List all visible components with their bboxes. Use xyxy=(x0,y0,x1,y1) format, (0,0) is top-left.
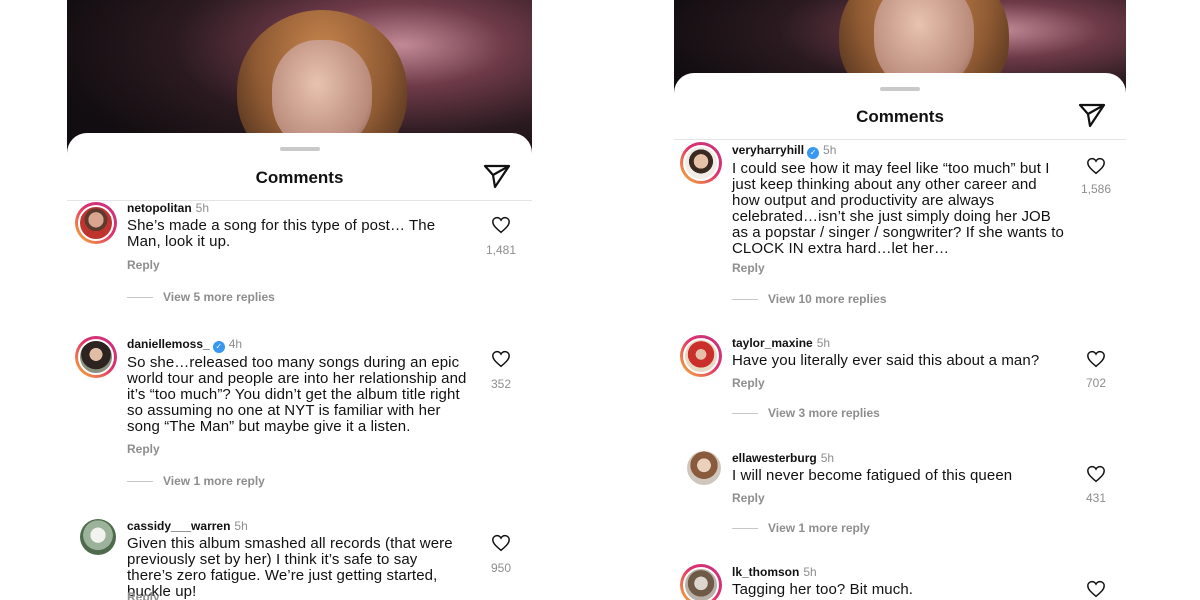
avatar[interactable] xyxy=(75,202,117,244)
verified-badge-icon: ✓ xyxy=(212,341,225,353)
heart-icon[interactable] xyxy=(491,534,511,552)
reply-button[interactable]: Reply xyxy=(732,376,765,390)
heart-icon[interactable] xyxy=(491,350,511,368)
comment-meta: taylor_maxine 5h xyxy=(732,336,830,350)
timestamp: 5h xyxy=(823,143,837,157)
comment-text: I could see how it may feel like “too mu… xyxy=(732,160,1064,257)
comments-sheet: Comments veryharryhill ✓ 5h I could see ho… xyxy=(674,73,1126,600)
timestamp: 4h xyxy=(228,337,243,351)
avatar[interactable] xyxy=(75,336,117,378)
comment-text: Given this album smashed all records (th… xyxy=(127,535,453,600)
verified-badge-icon: ✓ xyxy=(807,147,820,159)
view-more-replies[interactable]: View 1 more reply xyxy=(732,521,870,535)
comment-meta: cassidy___warren 5h xyxy=(127,519,248,533)
timestamp: 5h xyxy=(820,451,835,465)
comment-meta: lk_thomson 5h xyxy=(732,565,817,579)
sheet-title: Comments xyxy=(856,107,944,126)
like-count: 702 xyxy=(1085,376,1107,390)
comment-text: Have you literally ever said this about … xyxy=(732,352,1040,369)
comment-meta: netopolitan 5h xyxy=(127,201,209,215)
left-screenshot-panel: Comments netopolitan 5h She’s made a song… xyxy=(67,0,532,600)
replies-line xyxy=(732,413,758,415)
username[interactable]: daniellemoss_ xyxy=(127,337,210,351)
view-more-replies[interactable]: View 10 more replies xyxy=(732,292,887,306)
sheet-grabber[interactable] xyxy=(279,147,320,151)
username[interactable]: lk_thomson xyxy=(732,565,799,579)
view-more-replies[interactable]: View 5 more replies xyxy=(127,290,275,304)
like-count: 431 xyxy=(1085,491,1107,505)
comment-text: Tagging her too? Bit much. xyxy=(732,581,914,598)
timestamp: 5h xyxy=(195,201,210,215)
send-icon[interactable] xyxy=(1078,102,1106,128)
username[interactable]: taylor_maxine xyxy=(732,336,813,350)
heart-icon[interactable] xyxy=(1086,465,1106,483)
avatar[interactable] xyxy=(680,335,722,377)
replies-line xyxy=(127,481,153,483)
heart-icon[interactable] xyxy=(1086,580,1106,598)
reply-button[interactable]: Reply xyxy=(127,590,160,600)
sheet-divider xyxy=(674,139,1126,140)
avatar[interactable] xyxy=(80,519,116,555)
avatar[interactable] xyxy=(680,564,722,600)
comment-meta: daniellemoss_ ✓ 4h xyxy=(127,337,242,353)
like-count: 950 xyxy=(490,561,512,575)
reply-button[interactable]: Reply xyxy=(732,491,765,505)
heart-icon[interactable] xyxy=(491,482,511,500)
timestamp: 5h xyxy=(234,519,248,533)
username[interactable]: cassidy___warren xyxy=(127,519,230,533)
username[interactable]: ellawesterburg xyxy=(732,451,817,465)
avatar[interactable] xyxy=(680,142,722,184)
timestamp: 5h xyxy=(803,565,817,579)
like-count: 352 xyxy=(490,377,512,391)
sheet-title: Comments xyxy=(255,168,344,187)
comments-sheet: Comments netopolitan 5h She’s made a song… xyxy=(67,133,532,600)
reply-button[interactable]: Reply xyxy=(127,258,160,272)
username[interactable]: veryharryhill xyxy=(732,143,804,157)
comment-text: So she…released too many songs during an… xyxy=(127,354,467,435)
timestamp: 5h xyxy=(816,336,831,350)
comment-meta: veryharryhill ✓ 5h xyxy=(732,143,836,159)
replies-line xyxy=(732,299,758,301)
username[interactable]: netopolitan xyxy=(127,201,192,215)
like-count: 1,586 xyxy=(1080,182,1112,196)
heart-icon[interactable] xyxy=(1086,350,1106,368)
avatar[interactable] xyxy=(687,451,721,485)
view-more-replies[interactable]: View 1 more reply xyxy=(127,474,265,488)
replies-line xyxy=(127,297,153,299)
comment-text: She’s made a song for this type of post…… xyxy=(127,217,436,250)
comment-text: I will never become fatigued of this que… xyxy=(732,467,1013,484)
view-more-replies[interactable]: View 3 more replies xyxy=(732,406,880,420)
heart-icon[interactable] xyxy=(1086,157,1106,175)
heart-icon[interactable] xyxy=(491,216,511,234)
right-screenshot-panel: Comments veryharryhill ✓ 5h I could see ho… xyxy=(674,0,1126,600)
like-count: 1,481 xyxy=(485,243,517,257)
send-icon[interactable] xyxy=(483,163,511,189)
reply-button[interactable]: Reply xyxy=(732,261,765,275)
sheet-grabber[interactable] xyxy=(880,87,920,91)
comment-meta: ellawesterburg 5h xyxy=(732,451,834,465)
reply-button[interactable]: Reply xyxy=(127,442,160,456)
replies-line xyxy=(732,528,758,530)
